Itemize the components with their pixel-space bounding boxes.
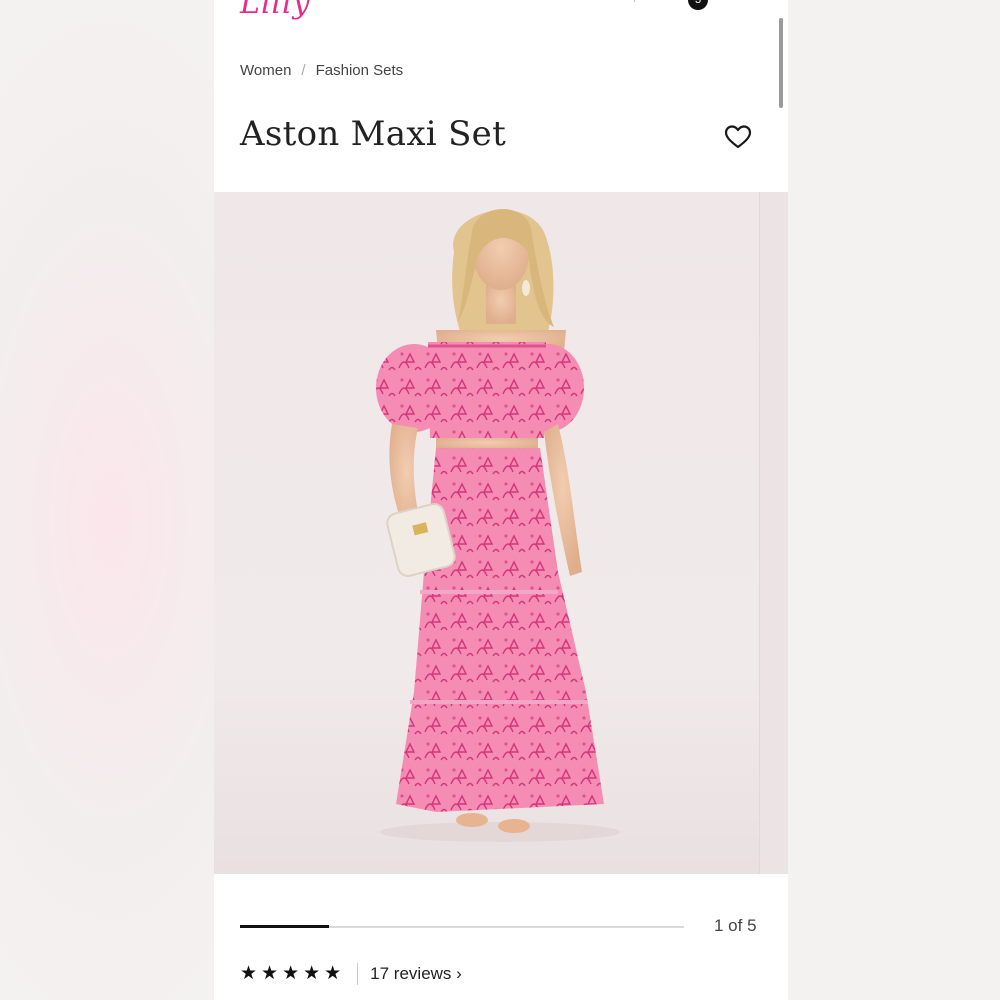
product-photo-illustration — [376, 209, 620, 842]
star-rating: ★★★★★ — [240, 963, 346, 984]
cart-count-badge[interactable]: 3 — [688, 0, 708, 10]
header-divider — [634, 0, 635, 2]
wishlist-button[interactable] — [724, 124, 752, 150]
product-title: Aston Maxi Set — [240, 114, 507, 154]
gallery-progress-track — [240, 925, 684, 928]
brand-logo[interactable]: Lilly — [240, 0, 311, 21]
breadcrumb-women[interactable]: Women — [240, 62, 291, 79]
next-image-peek[interactable] — [759, 192, 788, 874]
gallery-progress-fill — [240, 925, 329, 928]
scrollbar[interactable] — [779, 18, 783, 108]
breadcrumb-fashion-sets[interactable]: Fashion Sets — [316, 62, 404, 79]
reviews-divider — [357, 962, 359, 985]
breadcrumb: Women / Fashion Sets — [240, 62, 403, 79]
mobile-product-page: Lilly 3 Women / Fashion Sets Aston Maxi … — [214, 0, 788, 1000]
gallery-pager: 1 of 5 — [714, 916, 757, 935]
breadcrumb-separator: / — [301, 62, 306, 79]
reviews-link[interactable]: 17 reviews › — [370, 964, 462, 984]
heart-outline-icon — [724, 125, 752, 149]
product-image[interactable] — [214, 192, 788, 874]
reviews-row: ★★★★★ 17 reviews › — [240, 962, 462, 985]
